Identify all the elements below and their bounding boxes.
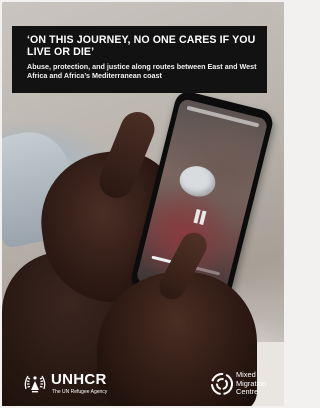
report-cover: ‘ON THIS JOURNEY, NO ONE CARES IF YOU LI… [2,2,284,406]
unhcr-logo: UNHCR The UN Refugee Agency [22,368,132,398]
mmc-logo: Mixed Migration Centre [210,370,282,402]
mmc-wordmark: Mixed Migration Centre [236,370,266,397]
unhcr-emblem-icon [24,375,46,393]
title-banner: ‘ON THIS JOURNEY, NO ONE CARES IF YOU LI… [12,26,267,93]
pause-icon [191,209,208,226]
unhcr-wordmark: UNHCR [51,371,107,388]
unhcr-tagline: The UN Refugee Agency [52,389,108,395]
screen-status-bar [186,105,260,128]
report-subtitle: Abuse, protection, and justice along rou… [27,62,257,80]
report-title: ‘ON THIS JOURNEY, NO ONE CARES IF YOU LI… [27,34,256,58]
phone-screen [135,97,269,304]
video-thumbnail-circle [176,162,219,201]
mmc-circle-icon [211,373,233,395]
mmc-line-3: Centre [236,387,259,396]
